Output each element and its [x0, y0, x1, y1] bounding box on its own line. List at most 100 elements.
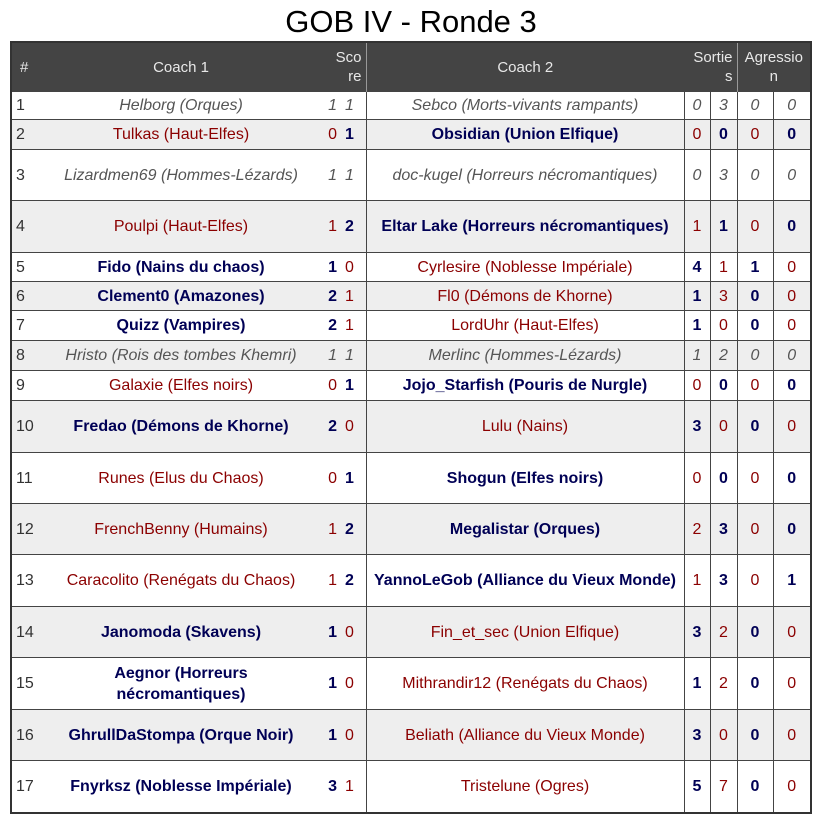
sorties2-cell: 3 — [709, 503, 737, 555]
table-row: 12 FrenchBenny (Humains) 1 2 Megalistar (Orq… — [11, 503, 811, 555]
page-title: GOB IV - Ronde 3 — [285, 4, 537, 39]
agression1-cell: 0 — [736, 452, 773, 504]
score2-cell: 2 — [341, 200, 366, 253]
sorties2-cell: 2 — [709, 657, 737, 710]
sorties1-cell: 3 — [683, 709, 710, 761]
coach1-cell: FrenchBenny (Humains) — [46, 503, 316, 555]
sorties1-cell: 3 — [683, 400, 710, 453]
sorties2-cell: 0 — [709, 452, 737, 504]
coach2-cell: Merlinc (Hommes-Lézards) — [365, 340, 684, 371]
header-agression[interactable]: Agression — [736, 42, 811, 92]
sorties2-cell: 0 — [709, 370, 737, 401]
coach2-cell: Beliath (Alliance du Vieux Monde) — [365, 709, 684, 761]
table-row: 10 Fredao (Démons de Khorne) 2 0 Lulu (Nains… — [11, 400, 811, 453]
coach1-cell: Galaxie (Elfes noirs) — [46, 370, 316, 401]
agression2-cell: 0 — [772, 310, 811, 341]
results-body: 1 Helborg (Orques) 1 1 Sebco (Morts-vivants … — [11, 91, 811, 813]
score2-cell: 1 — [341, 119, 366, 150]
header-score[interactable]: Score — [316, 42, 366, 92]
table-row: 13 Caracolito (Renégats du Chaos) 1 2 YannoL… — [11, 554, 811, 607]
score1-cell: 1 — [316, 252, 341, 282]
agression1-cell: 0 — [736, 606, 773, 658]
agression2-cell: 1 — [772, 554, 811, 607]
agression1-cell: 0 — [736, 370, 773, 401]
score2-cell: 1 — [341, 281, 366, 311]
coach1-cell: Aegnor (Horreurs nécromantiques) — [46, 657, 316, 710]
table-row: 16 GhrullDaStompa (Orque Noir) 1 0 Beliath (… — [11, 709, 811, 761]
score1-cell: 0 — [316, 370, 341, 401]
score1-cell: 1 — [316, 606, 341, 658]
header-agression-label: Agression — [744, 49, 803, 85]
table-row: 5 Fido (Nains du chaos) 1 0 Cyrlesire (Noble… — [11, 252, 811, 282]
header-score-label: Score — [335, 49, 362, 85]
row-number: 1 — [11, 91, 46, 120]
coach2-cell: Cyrlesire (Noblesse Impériale) — [365, 252, 684, 282]
score1-cell: 1 — [316, 149, 341, 201]
table-row: 9 Galaxie (Elfes noirs) 0 1 Jojo_Starfish (P… — [11, 370, 811, 401]
agression1-cell: 0 — [736, 119, 773, 150]
header-row: # Coach 1 Score Coach 2 Sorties Agressio… — [11, 42, 811, 92]
row-number: 11 — [11, 452, 46, 504]
agression1-cell: 0 — [736, 554, 773, 607]
agression2-cell: 0 — [772, 252, 811, 282]
row-number: 13 — [11, 554, 46, 607]
header-coach1[interactable]: Coach 1 — [46, 42, 316, 92]
score2-cell: 1 — [341, 310, 366, 341]
agression1-cell: 0 — [736, 281, 773, 311]
sorties1-cell: 1 — [683, 200, 710, 253]
header-sorties[interactable]: Sorties — [684, 42, 737, 92]
table-row: 8 Hristo (Rois des tombes Khemri) 1 1 Merlin… — [11, 340, 811, 371]
agression1-cell: 0 — [736, 91, 773, 120]
agression2-cell: 0 — [772, 149, 811, 201]
score1-cell: 2 — [316, 310, 341, 341]
coach1-cell: Helborg (Orques) — [46, 91, 316, 120]
row-number: 16 — [11, 709, 46, 761]
sorties2-cell: 2 — [709, 606, 737, 658]
agression1-cell: 0 — [736, 149, 773, 201]
score2-cell: 0 — [341, 400, 366, 453]
score2-cell: 1 — [341, 370, 366, 401]
sorties2-cell: 0 — [709, 709, 737, 761]
row-number: 17 — [11, 760, 46, 813]
sorties1-cell: 1 — [683, 657, 710, 710]
sorties2-cell: 0 — [709, 119, 737, 150]
row-number: 6 — [11, 281, 46, 311]
agression1-cell: 0 — [736, 709, 773, 761]
score2-cell: 1 — [341, 149, 366, 201]
score1-cell: 1 — [316, 554, 341, 607]
header-coach2[interactable]: Coach 2 — [365, 42, 684, 92]
sorties2-cell: 3 — [709, 149, 737, 201]
score2-cell: 1 — [341, 91, 366, 120]
sorties2-cell: 1 — [709, 200, 737, 253]
sorties2-cell: 3 — [709, 554, 737, 607]
sorties1-cell: 2 — [683, 503, 710, 555]
sorties1-cell: 0 — [683, 91, 710, 120]
score1-cell: 0 — [316, 452, 341, 504]
coach2-cell: Fin_et_sec (Union Elfique) — [365, 606, 684, 658]
score2-cell: 1 — [341, 452, 366, 504]
coach1-cell: Fnyrksz (Noblesse Impériale) — [46, 760, 316, 813]
sorties2-cell: 3 — [709, 281, 737, 311]
row-number: 8 — [11, 340, 46, 371]
sorties1-cell: 1 — [683, 340, 710, 371]
coach2-cell: Jojo_Starfish (Pouris de Nurgle) — [365, 370, 684, 401]
row-number: 10 — [11, 400, 46, 453]
coach2-cell: Sebco (Morts-vivants rampants) — [365, 91, 684, 120]
coach1-cell: Runes (Elus du Chaos) — [46, 452, 316, 504]
coach2-cell: doc-kugel (Horreurs nécromantiques) — [365, 149, 684, 201]
row-number: 4 — [11, 200, 46, 253]
coach1-cell: Hristo (Rois des tombes Khemri) — [46, 340, 316, 371]
sorties1-cell: 1 — [683, 554, 710, 607]
sorties1-cell: 1 — [683, 310, 710, 341]
row-number: 2 — [11, 119, 46, 150]
header-num[interactable]: # — [11, 42, 46, 92]
table-row: 6 Clement0 (Amazones) 2 1 Fl0 (Démons de Kho… — [11, 281, 811, 311]
coach2-cell: Shogun (Elfes noirs) — [365, 452, 684, 504]
agression2-cell: 0 — [772, 503, 811, 555]
table-row: 3 Lizardmen69 (Hommes-Lézards) 1 1 doc-kugel… — [11, 149, 811, 201]
agression1-cell: 0 — [736, 310, 773, 341]
sorties1-cell: 4 — [683, 252, 710, 282]
coach1-cell: GhrullDaStompa (Orque Noir) — [46, 709, 316, 761]
sorties2-cell: 3 — [709, 91, 737, 120]
agression1-cell: 1 — [736, 252, 773, 282]
